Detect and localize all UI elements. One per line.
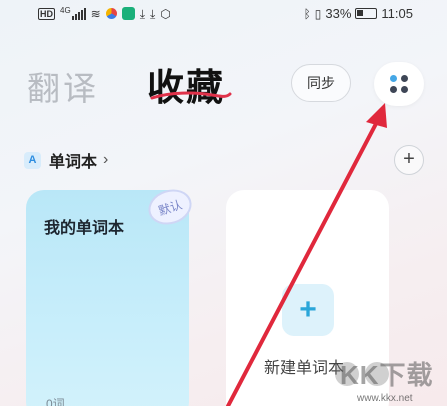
plus-icon[interactable]: + [282, 284, 334, 336]
watermark-text: KK下载 [340, 360, 434, 390]
clock: 11:05 [381, 6, 413, 21]
sync-button[interactable]: 同步 [291, 64, 351, 102]
new-wordbook-label: 新建单词本 [264, 360, 345, 377]
active-tab-underline [150, 91, 232, 100]
status-right: ᛒ ▯ 33% 11:05 [304, 6, 413, 21]
wordbook-icon: A [24, 151, 41, 169]
card-title: 我的单词本 [44, 220, 125, 237]
wordbook-section-header[interactable]: A 单词本 › [24, 148, 108, 172]
app-notification-icon [105, 8, 117, 19]
status-left: HD 4G ≋ ⤓ ⤓ ⬡ [38, 6, 171, 21]
network-type: 4G [60, 6, 71, 15]
hd-indicator: HD [38, 7, 55, 20]
download-icon-2: ⤓ [150, 6, 156, 21]
signal-icon [71, 7, 86, 20]
battery-icon [355, 8, 378, 19]
vibrate-icon: ▯ [314, 6, 322, 21]
grid-dots-icon [390, 75, 408, 93]
more-menu-button[interactable] [374, 62, 424, 106]
status-bar: HD 4G ≋ ⤓ ⤓ ⬡ ᛒ ▯ 33% 11:05 [0, 0, 447, 30]
battery-percent: 33% [325, 6, 352, 21]
tab-favorites[interactable]: 收藏 [147, 57, 225, 111]
wifi-icon: ≋ [90, 6, 101, 21]
settings-notification-icon: ⬡ [160, 6, 171, 21]
watermark-url: www.kkx.net [357, 393, 413, 404]
chevron-right-icon: › [103, 151, 109, 168]
add-wordbook-button[interactable]: + [394, 145, 424, 175]
security-app-icon [121, 7, 135, 20]
section-title: 单词本 [49, 154, 98, 171]
tab-translate[interactable]: 翻译 [27, 62, 99, 110]
download-icon: ⤓ [139, 6, 146, 21]
word-count: 0词 [46, 397, 65, 406]
bluetooth-icon: ᛒ [303, 6, 311, 21]
